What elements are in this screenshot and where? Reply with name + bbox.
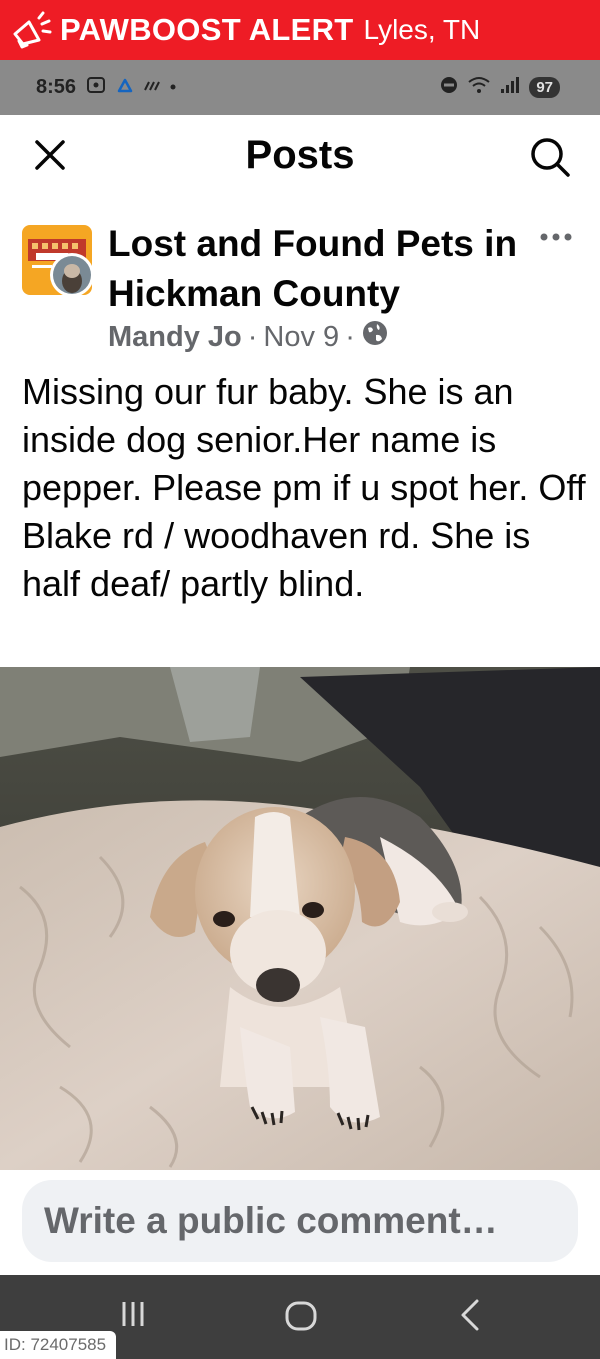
banner-location: Lyles, TN — [363, 14, 481, 45]
page-title: Posts — [245, 132, 355, 177]
wifi-icon — [467, 75, 491, 100]
search-icon[interactable] — [528, 135, 572, 179]
more-options-icon[interactable] — [538, 227, 574, 247]
posts-header: Posts — [0, 115, 600, 195]
alert-megaphone-icon — [8, 10, 54, 50]
post-date[interactable]: Nov 9 — [263, 321, 339, 354]
battery-indicator: 97 — [529, 77, 560, 98]
post-meta: Mandy Jo · Nov 9 · — [108, 319, 389, 355]
status-time: 8:56 — [36, 76, 77, 98]
comment-area: Write a public comment… — [0, 1170, 600, 1275]
back-icon[interactable] — [455, 1297, 483, 1333]
cloud-icon — [114, 77, 136, 98]
globe-icon — [361, 319, 389, 355]
recent-apps-icon[interactable] — [118, 1299, 148, 1329]
group-name[interactable]: Lost and Found Pets in Hickman County — [108, 219, 528, 319]
group-avatar[interactable] — [22, 225, 94, 311]
comment-input[interactable]: Write a public comment… — [22, 1180, 578, 1262]
id-tag: ID: 72407585 — [0, 1331, 117, 1359]
post-header: Lost and Found Pets in Hickman County Ma… — [0, 215, 600, 365]
dot-icon — [168, 79, 178, 97]
banner-title: PAWBOOST ALERT — [60, 12, 354, 47]
dog-photo[interactable] — [0, 667, 600, 1170]
pawboost-banner: PAWBOOST ALERT Lyles, TN — [0, 0, 600, 60]
signal-mute-icon — [142, 78, 162, 97]
cell-signal-icon — [499, 75, 521, 100]
post-text: Missing our fur baby. She is an inside d… — [22, 371, 586, 604]
meta-separator: · — [345, 320, 355, 353]
screenshot-icon — [86, 76, 108, 99]
dnd-icon — [439, 75, 459, 100]
home-icon[interactable] — [284, 1299, 318, 1333]
close-icon[interactable] — [32, 137, 68, 173]
status-bar: 8:56 97 — [0, 60, 600, 115]
meta-separator: · — [247, 320, 258, 353]
author-name[interactable]: Mandy Jo — [108, 321, 242, 354]
